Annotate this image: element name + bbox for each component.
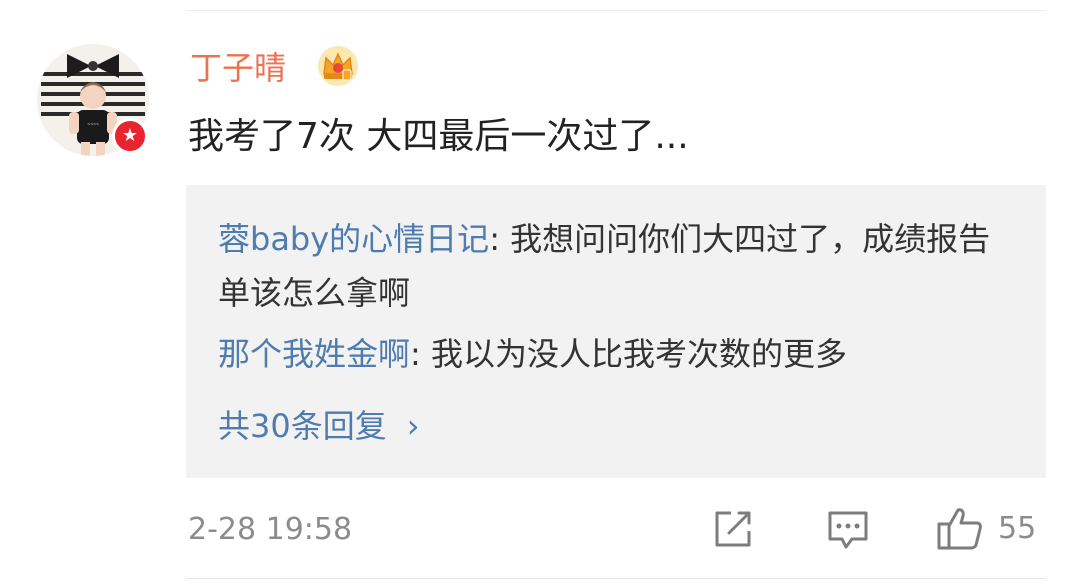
- comment-button[interactable]: [826, 505, 872, 553]
- reply-author[interactable]: 那个我姓金啊: [218, 335, 410, 373]
- reply-item: 那个我姓金啊: 我以为没人比我考次数的更多: [218, 327, 1008, 381]
- reply-separator: :: [489, 220, 511, 258]
- reply-item: 蓉baby的心情日记: 我想问问你们大四过了，成绩报告单该怎么拿啊: [218, 212, 1008, 320]
- share-icon: [715, 511, 751, 547]
- share-button[interactable]: [711, 505, 757, 553]
- svg-text:~~~~: ~~~~: [87, 122, 99, 128]
- view-all-replies-label: 共30条回复: [218, 407, 387, 445]
- like-button[interactable]: 55: [936, 505, 1056, 553]
- verified-star-icon: ★: [112, 118, 148, 154]
- thumbs-up-icon: [937, 508, 982, 550]
- username[interactable]: 丁子晴: [190, 46, 286, 90]
- comment-text: 我考了7次 大四最后一次过了...: [188, 116, 689, 157]
- timestamp: 2-28 19:58: [188, 512, 353, 547]
- chevron-right-icon: ›: [406, 407, 420, 445]
- view-all-replies-link[interactable]: 共30条回复 ›: [218, 399, 420, 453]
- bottom-divider: [186, 578, 1046, 579]
- reply-author[interactable]: 蓉baby的心情日记: [218, 220, 489, 258]
- like-count: 55: [998, 511, 1037, 546]
- reply-separator: :: [410, 335, 431, 373]
- top-divider: [186, 10, 1046, 11]
- reply-text: 我以为没人比我考次数的更多: [430, 335, 847, 373]
- comment-icon: [828, 511, 868, 549]
- reply-preview-box[interactable]: 蓉baby的心情日记: 我想问问你们大四过了，成绩报告单该怎么拿啊 那个我姓金啊…: [186, 185, 1046, 478]
- vip-crown-icon: [318, 46, 358, 86]
